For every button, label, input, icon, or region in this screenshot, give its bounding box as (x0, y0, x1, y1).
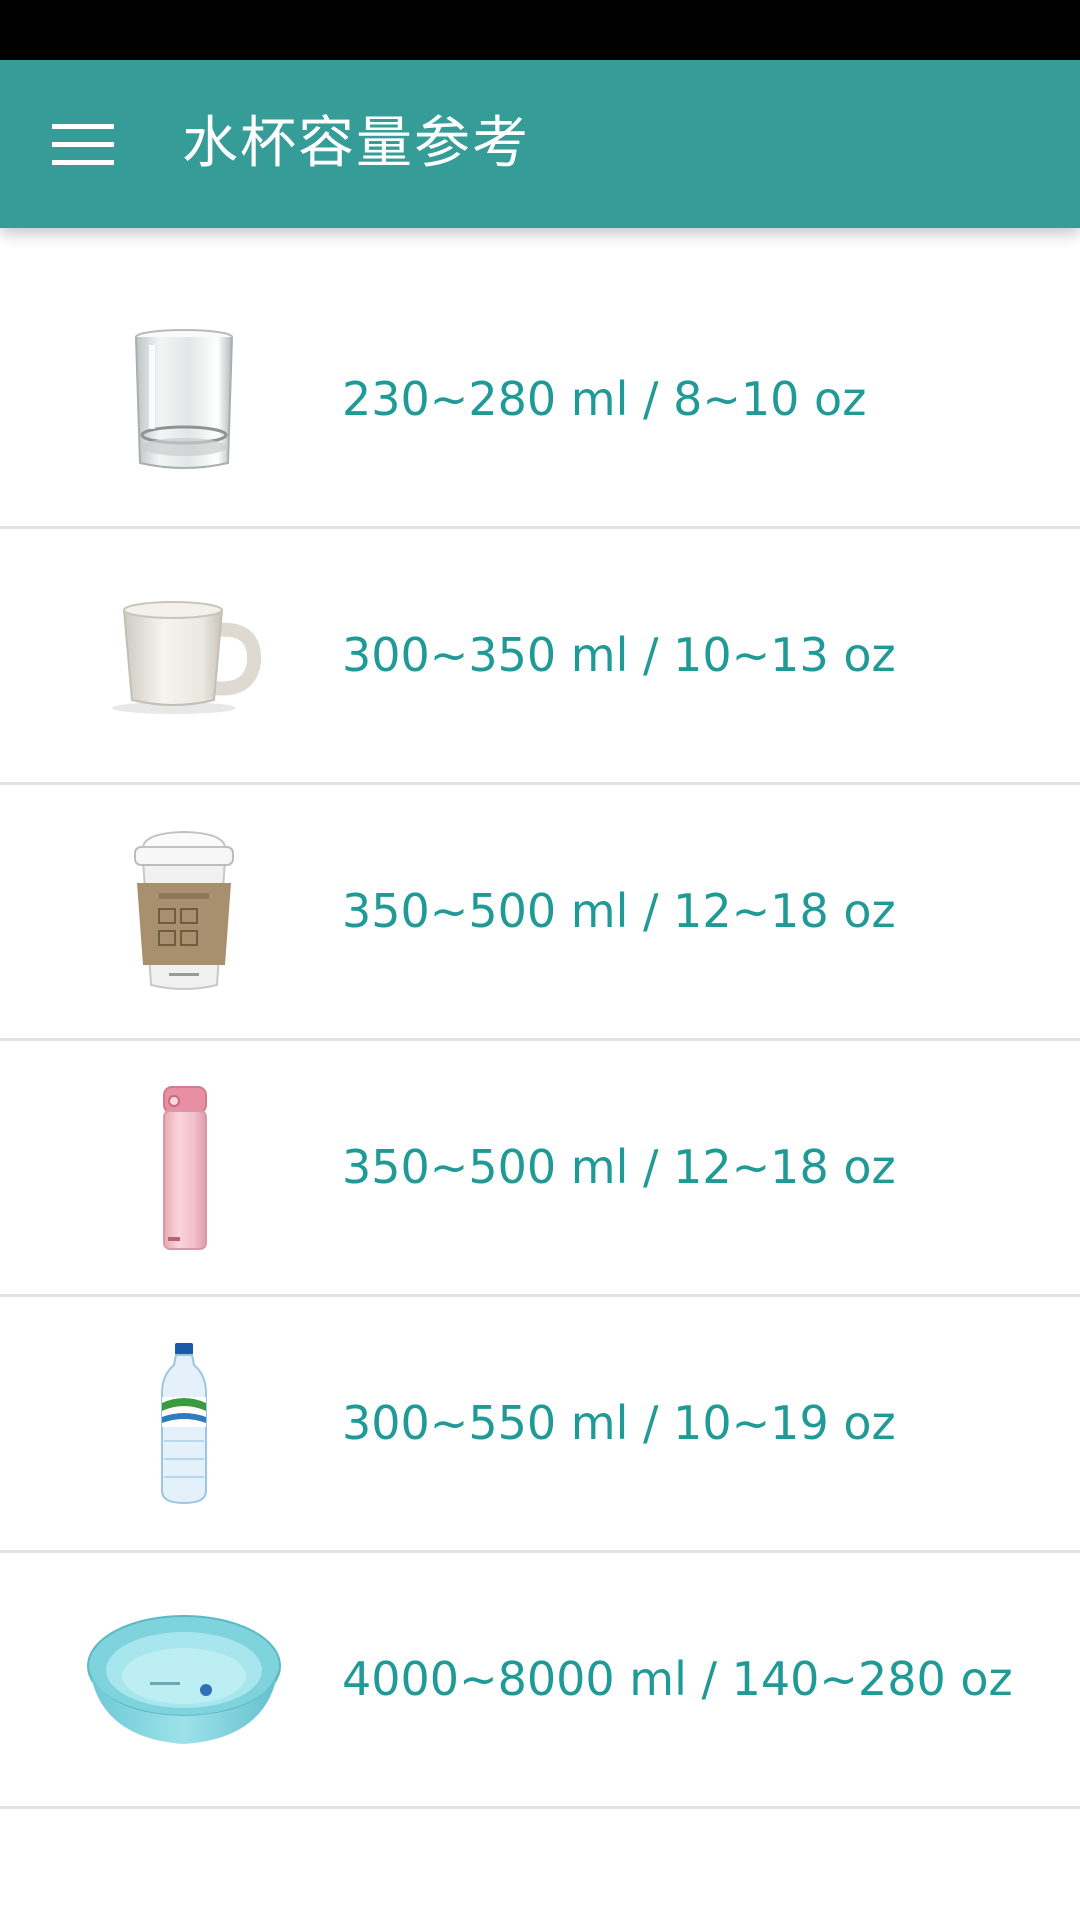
list-item[interactable]: 300~350 ml / 10~13 oz (0, 529, 1080, 785)
pink-thermos-image (84, 1041, 284, 1294)
capacity-label: 350~500 ml / 12~18 oz (342, 1140, 896, 1194)
app-bar: 水杯容量参考 (0, 60, 1080, 228)
plastic-basin-image (84, 1553, 284, 1806)
status-bar (0, 0, 1080, 60)
hamburger-menu-icon[interactable] (52, 122, 116, 166)
list-item[interactable]: 350~500 ml / 12~18 oz (0, 785, 1080, 1041)
cup-capacity-list: 230~280 ml / 8~10 oz 300~350 ml / 10~13 … (0, 273, 1080, 1809)
capacity-label: 230~280 ml / 8~10 oz (342, 372, 867, 426)
water-bottle-image (84, 1297, 284, 1550)
glass-tumbler-image (84, 273, 284, 526)
capacity-label: 4000~8000 ml / 140~280 oz (342, 1652, 1013, 1706)
capacity-label: 300~350 ml / 10~13 oz (342, 628, 896, 682)
ceramic-mug-image (84, 529, 284, 782)
capacity-label: 300~550 ml / 10~19 oz (342, 1396, 896, 1450)
page-title: 水杯容量参考 (182, 111, 530, 176)
list-item[interactable]: 230~280 ml / 8~10 oz (0, 273, 1080, 529)
capacity-label: 350~500 ml / 12~18 oz (342, 884, 896, 938)
list-item[interactable]: 350~500 ml / 12~18 oz (0, 1041, 1080, 1297)
coffee-cup-image (84, 785, 284, 1038)
list-item[interactable]: 4000~8000 ml / 140~280 oz (0, 1553, 1080, 1809)
list-item[interactable]: 300~550 ml / 10~19 oz (0, 1297, 1080, 1553)
